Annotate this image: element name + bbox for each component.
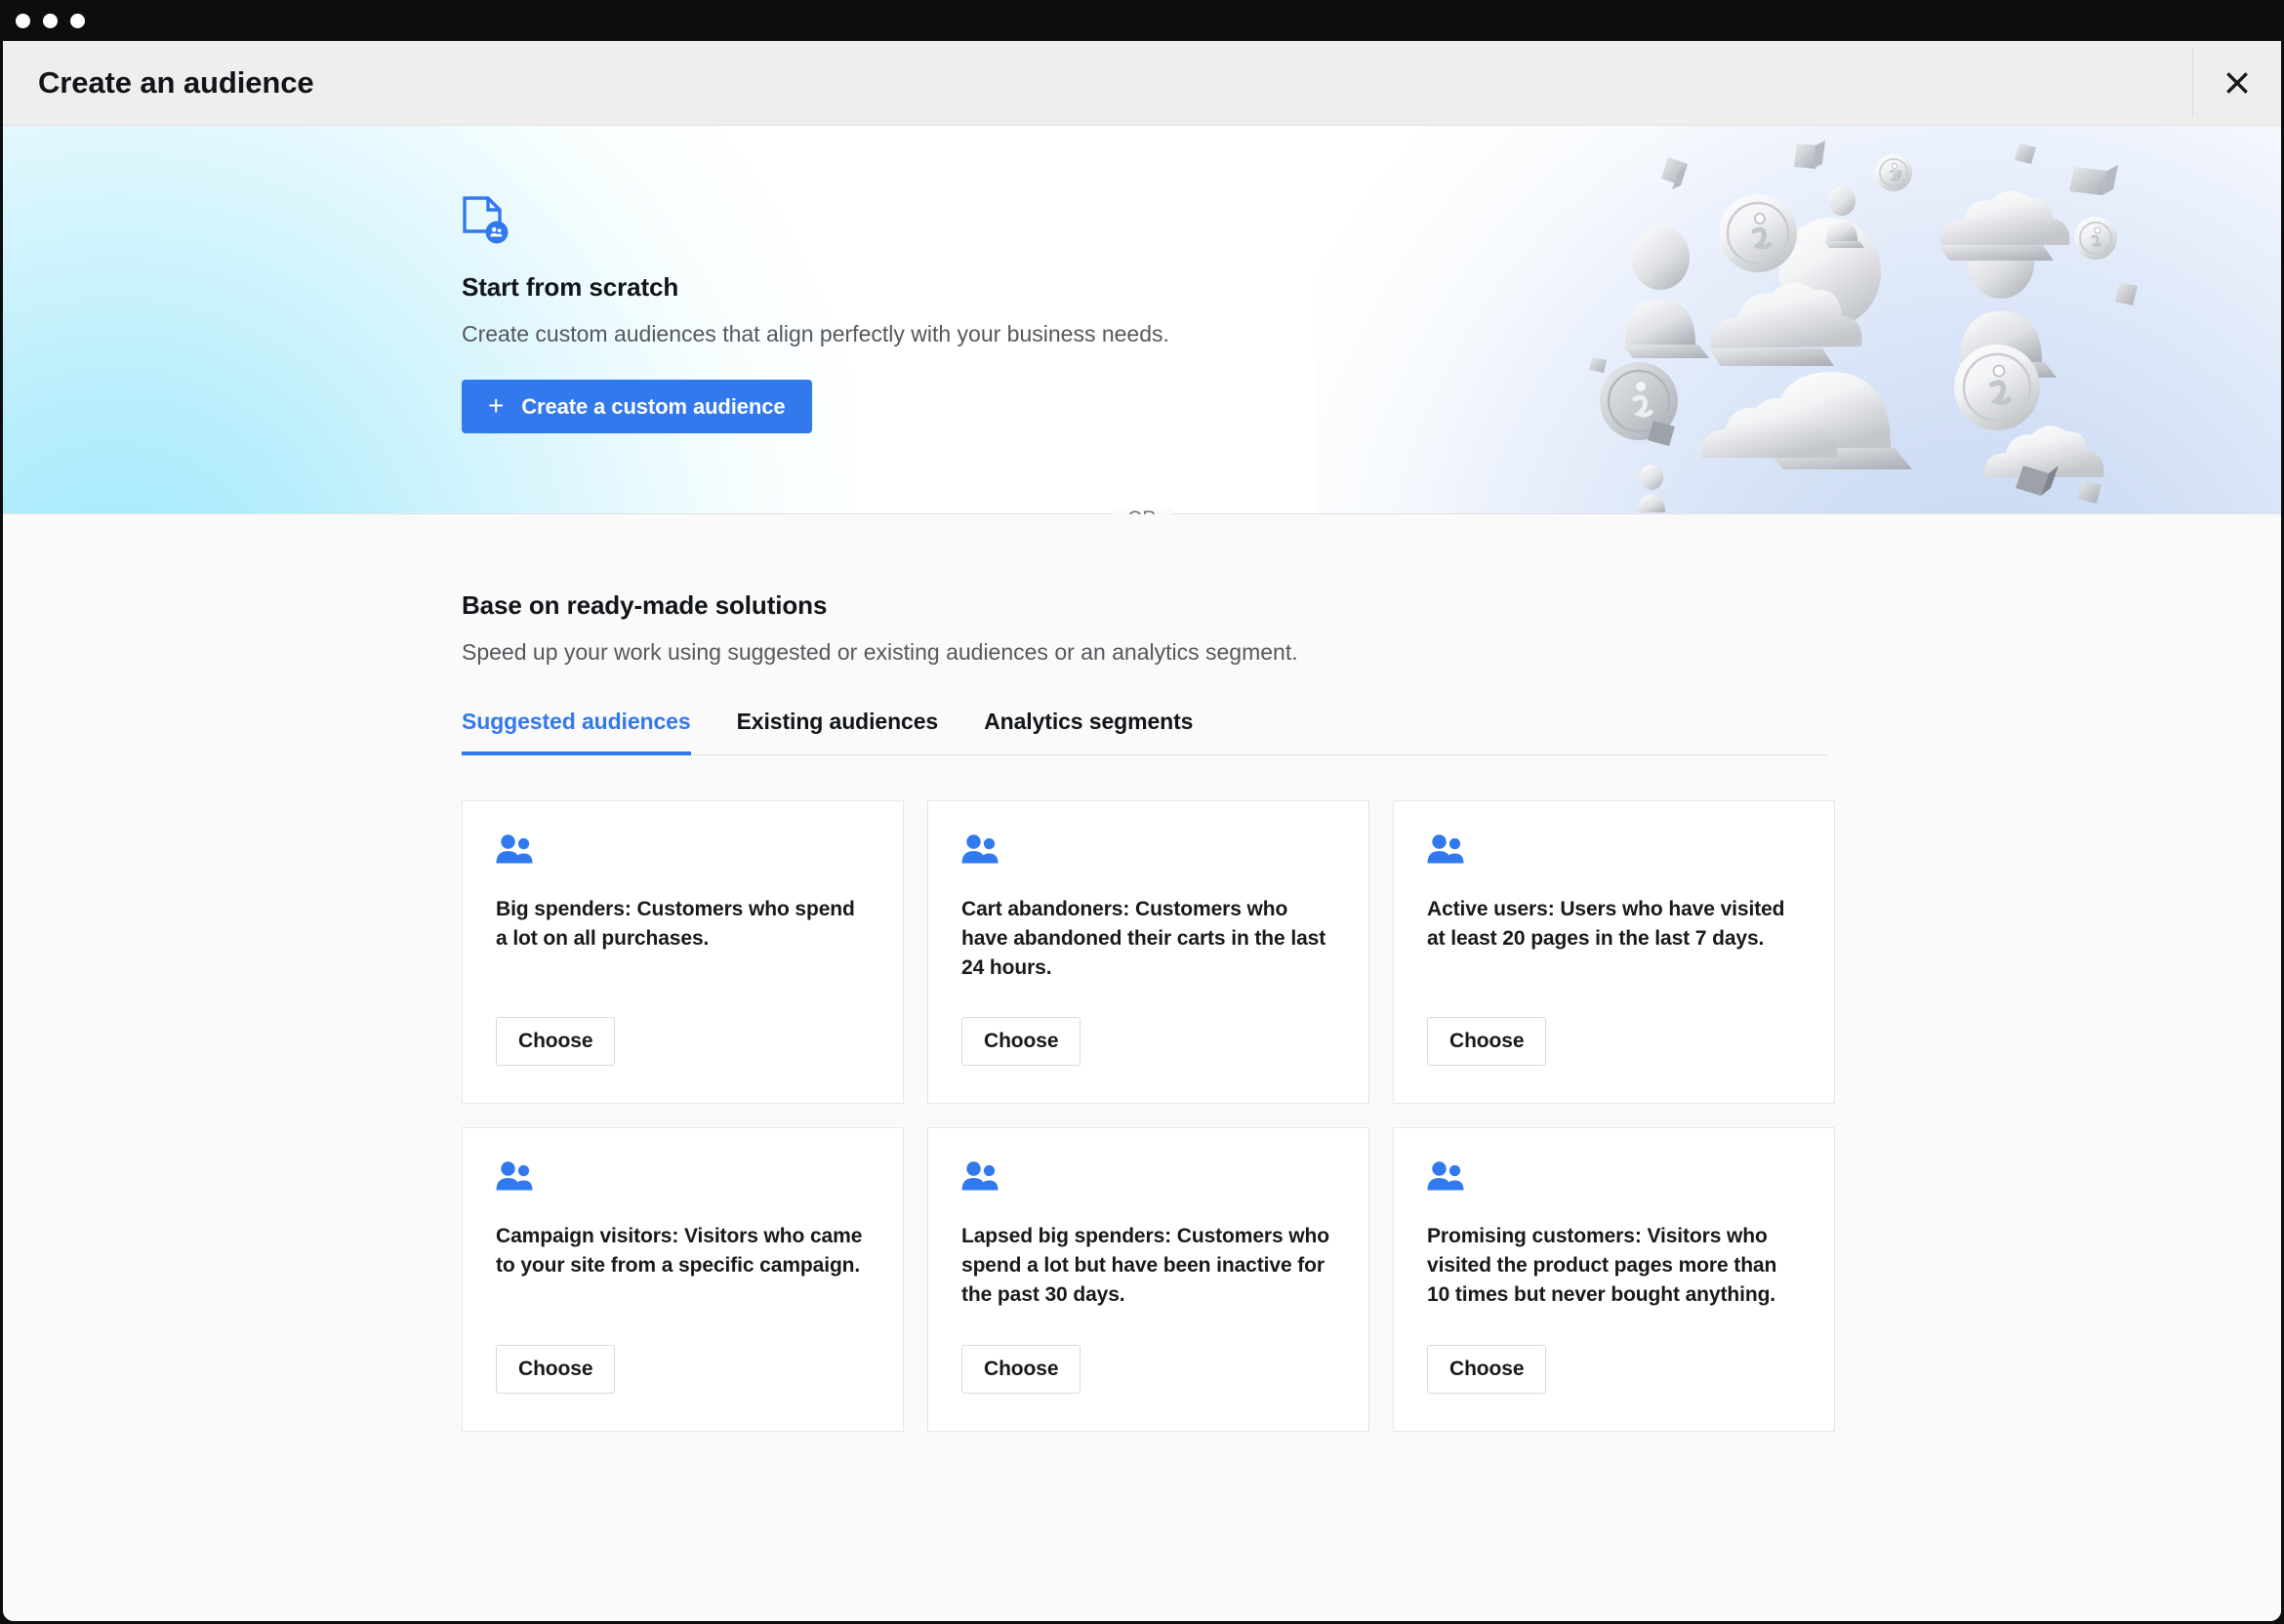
window-titlebar [0,0,2284,41]
choose-button[interactable]: Choose [496,1017,616,1067]
modal-header: Create an audience [3,41,2281,126]
audience-card[interactable]: Big spenders: Customers who spend a lot … [462,800,904,1105]
audience-card[interactable]: Lapsed big spenders: Customers who spend… [927,1127,1369,1432]
plus-icon: + [488,389,505,421]
suggested-audiences-grid: Big spenders: Customers who spend a lot … [462,800,1835,1432]
hero-description: Create custom audiences that align perfe… [462,321,1169,346]
window-close-dot[interactable] [16,13,30,28]
hero-section: Start from scratch Create custom audienc… [3,126,2281,514]
people-group-icon [1427,1161,1464,1191]
audience-card[interactable]: Active users: Users who have visited at … [1393,800,1835,1105]
section-heading: Base on ready-made solutions [462,590,828,620]
tab-suggested-audiences[interactable]: Suggested audiences [462,709,691,755]
tab-existing-audiences[interactable]: Existing audiences [737,709,939,755]
tab-analytics-segments[interactable]: Analytics segments [984,709,1193,755]
or-divider: OR [3,508,2281,514]
window-minimize-dot[interactable] [43,13,58,28]
people-group-icon [496,834,533,864]
hero-heading: Start from scratch [462,272,679,302]
or-label: OR [1112,508,1172,514]
create-custom-audience-button[interactable]: + Create a custom audience [462,380,812,433]
choose-button[interactable]: Choose [961,1344,1081,1394]
people-group-icon [1427,834,1464,864]
people-group-icon [961,834,999,864]
choose-button[interactable]: Choose [1427,1017,1547,1067]
close-icon [2226,72,2248,94]
audience-card-text: Active users: Users who have visited at … [1427,898,1785,950]
hero-content: Start from scratch Create custom audienc… [3,126,2281,433]
audience-card-text: Promising customers: Visitors who visite… [1427,1225,1777,1307]
people-group-icon [961,1161,999,1191]
audience-card[interactable]: Campaign visitors: Visitors who came to … [462,1127,904,1432]
window-body: Create an audience Start from scratch Cr… [3,41,2281,1621]
document-add-people-icon [463,196,509,244]
app-window: Create an audience Start from scratch Cr… [0,0,2284,1624]
page-title: Create an audience [38,65,314,100]
section-description: Speed up your work using suggested or ex… [462,639,1298,665]
audience-card-text: Cart abandoners: Customers who have aban… [961,898,1326,979]
audience-card-text: Lapsed big spenders: Customers who spend… [961,1225,1329,1307]
create-custom-audience-label: Create a custom audience [521,393,786,419]
tabs-bar: Suggested audiences Existing audiences A… [462,709,1828,755]
close-button[interactable] [2193,41,2281,125]
audience-card-text: Big spenders: Customers who spend a lot … [496,898,855,950]
people-group-icon [496,1161,533,1191]
audience-card-text: Campaign visitors: Visitors who came to … [496,1225,863,1278]
window-maximize-dot[interactable] [70,13,85,28]
choose-button[interactable]: Choose [1427,1344,1547,1394]
choose-button[interactable]: Choose [496,1344,616,1394]
choose-button[interactable]: Choose [961,1017,1081,1067]
audience-card[interactable]: Cart abandoners: Customers who have aban… [927,800,1369,1105]
main-content: Base on ready-made solutions Speed up yo… [3,514,2281,1621]
audience-card[interactable]: Promising customers: Visitors who visite… [1393,1127,1835,1432]
